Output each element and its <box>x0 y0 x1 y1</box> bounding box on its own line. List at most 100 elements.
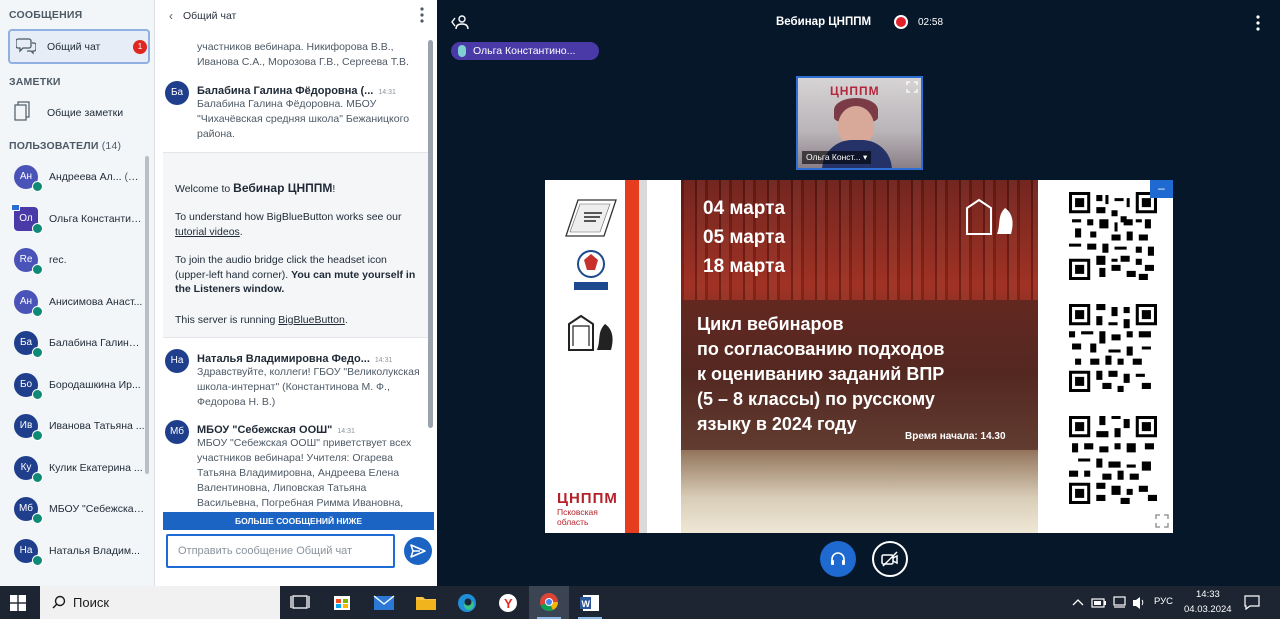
windows-start-icon[interactable] <box>10 595 26 611</box>
svg-text:Y: Y <box>504 596 513 611</box>
taskbar-search-box[interactable]: Поиск <box>40 586 280 619</box>
user-name-text: Ольга Константин... <box>49 212 145 225</box>
more-messages-below-button[interactable]: БОЛЬШЕ СООБЩЕНИЙ НИЖЕ <box>163 512 434 530</box>
webcam-user-name[interactable]: Ольга Конст... ▾ <box>802 151 872 164</box>
fullscreen-icon[interactable] <box>1155 514 1169 528</box>
chevron-left-icon[interactable]: ‹ <box>169 9 173 23</box>
more-options-icon[interactable] <box>419 6 425 24</box>
user-list-item[interactable]: Ку Кулик Екатерина ... <box>0 448 145 488</box>
server-suffix: . <box>344 314 348 326</box>
more-options-icon[interactable] <box>1255 14 1261 32</box>
fullscreen-icon[interactable] <box>906 81 918 93</box>
webcam-video[interactable]: ЦНППМ Ольга Конст... ▾ <box>796 76 923 170</box>
users-section-title: ПОЛЬЗОВАТЕЛИ (14) <box>9 140 121 152</box>
cycle-line: (5 – 8 классы) по русскому <box>697 389 935 409</box>
recording-indicator[interactable] <box>894 15 908 29</box>
sidebar-item-public-chat[interactable]: Общий чат 1 <box>8 29 150 64</box>
taskbar-app-store[interactable] <box>322 586 362 619</box>
taskbar-app-explorer[interactable] <box>406 586 446 619</box>
user-list-item[interactable]: Ив Иванова Татьяна ... <box>0 406 145 446</box>
you-label: (Вы) <box>124 171 145 183</box>
folder-icon <box>416 597 436 610</box>
audio-status-icon <box>32 388 43 400</box>
sidebar-item-shared-notes[interactable]: Общие заметки <box>8 96 150 130</box>
user-list-item[interactable]: Бо Бородашкина Ир... <box>0 365 145 405</box>
slide-region: Псковская область <box>557 507 598 527</box>
message-author: Балабина Галина Фёдоровна (... <box>197 85 374 97</box>
users-scrollbar[interactable] <box>145 156 149 474</box>
headset-icon <box>831 552 845 565</box>
user-name: Андреева Ал... (Вы) <box>49 171 145 183</box>
user-list-item[interactable]: Ан Анисимова Анаст... <box>0 282 145 322</box>
toggle-userlist-icon[interactable] <box>451 14 469 30</box>
bigbluebutton-link[interactable]: BigBlueButton <box>278 314 345 326</box>
word-icon: W <box>580 595 599 611</box>
talking-indicator[interactable]: Ольга Константино... <box>451 42 599 60</box>
user-list-item[interactable]: Ба Балабина Галина ... <box>0 323 145 363</box>
user-list-item[interactable]: Re rec. <box>0 240 145 280</box>
national-projects-logo <box>565 199 617 237</box>
webinar-dates: 04 марта 05 марта 18 марта <box>703 194 785 281</box>
minimize-presentation-button[interactable]: – <box>1150 180 1173 198</box>
chat-back-button[interactable]: Общий чат <box>183 10 236 22</box>
audio-line: To join the audio bridge click the heads… <box>175 253 423 297</box>
tutorial-videos-link[interactable]: tutorial videos <box>175 226 240 238</box>
slide-brand: ЦНППМ <box>557 490 618 507</box>
welcome-prefix: Welcome to <box>175 183 234 195</box>
user-list-item[interactable]: Ан Андреева Ал... (Вы) <box>0 157 145 197</box>
svg-text:W: W <box>582 599 591 609</box>
date-3: 18 марта <box>703 256 786 277</box>
user-list-item[interactable]: Мб МБОУ "Себежская... <box>0 489 145 529</box>
taskbar-app-yandex[interactable]: Y <box>488 586 528 619</box>
qr-code-3 <box>1069 416 1157 504</box>
input-language[interactable]: РУС <box>1154 596 1173 607</box>
share-webcam-button[interactable] <box>872 541 908 577</box>
user-name: Иванова Татьяна ... <box>49 420 145 432</box>
windows-taskbar: Поиск Y W РУС 14:33 04.03.2024 <box>0 586 1280 619</box>
send-message-button[interactable] <box>404 537 432 565</box>
welcome-message: Welcome to Вебинар ЦНППМ! To understand … <box>163 152 429 338</box>
presentation-slide[interactable]: ЦНППМ Псковская область 04 марта 05 март… <box>545 180 1173 533</box>
user-name-text: Балабина Галина ... <box>49 337 145 349</box>
talker-name: Ольга Константино... <box>473 45 576 57</box>
taskbar-app-chrome[interactable] <box>529 586 569 619</box>
webcam-name-text: Ольга Конст... <box>806 152 861 162</box>
users-count: (14) <box>101 140 122 152</box>
user-name-text: Кулик Екатерина ... <box>49 461 143 474</box>
webcam-logo-text: ЦНППМ <box>830 84 880 98</box>
welcome-line: Welcome to Вебинар ЦНППМ! <box>175 181 423 197</box>
avatar: На <box>165 349 189 373</box>
taskbar-app-edge[interactable] <box>447 586 487 619</box>
user-list-item[interactable]: Ол Ольга Константин... <box>0 199 145 239</box>
mail-icon <box>373 595 395 610</box>
clock-date[interactable]: 04.03.2024 <box>1184 604 1232 615</box>
avatar: Мб <box>165 420 189 444</box>
message-text: Балабина Галина Фёдоровна. МБОУ "Чихачёв… <box>197 98 410 140</box>
chat-bubbles-icon <box>16 38 36 55</box>
user-name-text: Андреева Ал... <box>49 171 122 183</box>
welcome-suffix: ! <box>332 183 336 195</box>
chat-panel: ‹ Общий чат участников вебинара. Никифор… <box>155 0 437 586</box>
tutorial-line: To understand how BigBlueButton works se… <box>175 211 402 238</box>
messages-section-title: СООБЩЕНИЯ <box>9 9 83 21</box>
audio-status-icon <box>32 471 43 483</box>
notifications-icon[interactable] <box>1244 595 1260 610</box>
users-title: ПОЛЬЗОВАТЕЛИ <box>9 140 99 152</box>
clock-time[interactable]: 14:33 <box>1196 589 1220 600</box>
chat-message-input[interactable] <box>166 534 395 568</box>
leave-audio-button[interactable] <box>820 541 856 577</box>
audio-status-icon <box>32 305 43 317</box>
user-name-text: rec. <box>49 254 67 266</box>
store-icon <box>334 596 350 610</box>
taskbar-app-mail[interactable] <box>364 586 404 619</box>
audio-status-icon <box>32 264 43 275</box>
user-list-item[interactable]: На Наталья Владим... <box>0 531 145 571</box>
taskbar-app-word[interactable]: W <box>570 586 610 619</box>
audio-status-icon <box>32 513 43 524</box>
search-icon <box>52 595 66 609</box>
sidebar-item-label: Общие заметки <box>47 107 124 119</box>
camera-off-icon <box>881 551 898 567</box>
task-view-button[interactable] <box>280 586 320 619</box>
yandex-browser-icon: Y <box>499 594 517 612</box>
chat-scrollbar[interactable] <box>428 40 433 428</box>
